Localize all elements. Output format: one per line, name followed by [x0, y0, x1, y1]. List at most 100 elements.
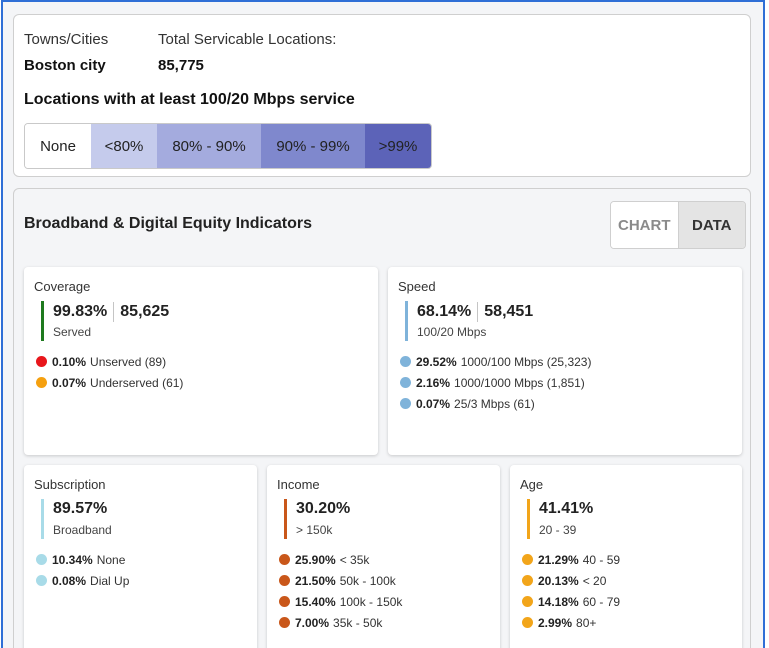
income-panel: Income 30.20% > 150k 25.90% < 35k 21.50% 5…: [267, 465, 500, 648]
row-text: 1000/1000 Mbps (1,851): [454, 375, 585, 390]
coverage-main: 99.83% 85,625: [53, 302, 169, 322]
subscription-panel: Subscription 89.57% Broadband 10.34% None…: [24, 465, 257, 648]
row-pct: 20.13%: [538, 573, 579, 588]
coverage-bar: [41, 301, 44, 341]
subscription-main: 89.57%: [53, 500, 107, 518]
row-pct: 2.16%: [416, 375, 451, 390]
row-pct: 2.99%: [538, 615, 573, 630]
row-text: < 35k: [339, 552, 370, 567]
speed-main: 68.14% 58,451: [417, 302, 533, 322]
speed-panel: Speed 68.14% 58,451 100/20 Mbps 29.52% 10…: [388, 267, 742, 455]
row-pct: 29.52%: [416, 354, 457, 369]
subscription-row: 10.34% None: [36, 549, 129, 570]
row-pct: 0.10%: [52, 354, 87, 369]
chart-view-button[interactable]: CHART: [611, 202, 678, 248]
view-toggle: CHART DATA: [610, 201, 746, 249]
legend-90-99: 90% - 99%: [261, 124, 365, 168]
location-summary-card: Towns/Cities Boston city Total Servicabl…: [13, 14, 751, 177]
income-row: 21.50% 50k - 100k: [279, 570, 402, 591]
subscription-row: 0.08% Dial Up: [36, 570, 129, 591]
income-title: Income: [277, 477, 320, 492]
income-dot-0: [279, 554, 290, 565]
coverage-rows: 0.10% Unserved (89) 0.07% Underserved (61): [36, 351, 183, 393]
income-sub: > 150k: [296, 523, 333, 537]
row-pct: 0.07%: [52, 375, 87, 390]
coverage-sub: Served: [53, 325, 92, 339]
coverage-row: 0.07% Underserved (61): [36, 372, 183, 393]
app-frame: Towns/Cities Boston city Total Servicabl…: [1, 0, 765, 648]
indicators-title: Broadband & Digital Equity Indicators: [24, 215, 313, 232]
coverage-divider: [113, 302, 115, 322]
income-row: 25.90% < 35k: [279, 549, 402, 570]
age-main: 41.41%: [539, 500, 593, 518]
row-text: None: [96, 552, 126, 567]
row-text: 60 - 79: [582, 594, 621, 609]
speed-row: 29.52% 1000/100 Mbps (25,323): [400, 351, 591, 372]
speed-title: Speed: [398, 279, 436, 294]
age-dot-2: [522, 596, 533, 607]
legend-under-80-label: <80%: [104, 137, 144, 155]
age-rows: 21.29% 40 - 59 20.13% < 20 14.18% 60 - 79 2…: [522, 549, 620, 633]
income-rows: 25.90% < 35k 21.50% 50k - 100k 15.40% 100k …: [279, 549, 402, 633]
income-bar: [284, 499, 287, 539]
age-title: Age: [520, 477, 544, 492]
locations-label: Total Servicable Locations:: [158, 31, 337, 48]
row-text: Unserved (89): [90, 354, 167, 369]
subscription-rows: 10.34% None 0.08% Dial Up: [36, 549, 129, 591]
age-sub: 20 - 39: [539, 523, 577, 537]
row-pct: 15.40%: [295, 594, 336, 609]
speed-dot-2: [400, 398, 411, 409]
data-view-button[interactable]: DATA: [677, 202, 745, 248]
coverage-dot-1: [36, 377, 47, 388]
row-text: < 20: [582, 573, 607, 588]
row-text: 1000/100 Mbps (25,323): [460, 354, 592, 369]
coverage-count: 85,625: [120, 303, 170, 320]
row-pct: 0.07%: [416, 396, 451, 411]
locations-value: 85,775: [158, 57, 204, 74]
towns-label: Towns/Cities: [24, 31, 109, 48]
row-pct: 10.34%: [52, 552, 93, 567]
row-pct: 21.29%: [538, 552, 579, 567]
row-text: 50k - 100k: [339, 573, 396, 588]
age-row: 20.13% < 20: [522, 570, 620, 591]
row-text: 40 - 59: [582, 552, 621, 567]
income-main: 30.20%: [296, 500, 350, 518]
row-pct: 25.90%: [295, 552, 336, 567]
coverage-title: Coverage: [34, 279, 91, 294]
subscription-sub: Broadband: [53, 523, 112, 537]
legend-under-80: <80%: [91, 124, 157, 168]
age-row: 21.29% 40 - 59: [522, 549, 620, 570]
subscription-dot-0: [36, 554, 47, 565]
income-dot-2: [279, 596, 290, 607]
speed-rows: 29.52% 1000/100 Mbps (25,323) 2.16% 1000/1…: [400, 351, 591, 414]
income-row: 7.00% 35k - 50k: [279, 612, 402, 633]
age-bar: [527, 499, 530, 539]
row-text: Underserved (61): [90, 375, 184, 390]
age-dot-0: [522, 554, 533, 565]
legend-80-90-label: 80% - 90%: [172, 137, 246, 155]
row-pct: 0.08%: [52, 573, 87, 588]
row-pct: 7.00%: [295, 615, 330, 630]
coverage-dot-0: [36, 356, 47, 367]
legend-over-99-label: >99%: [378, 137, 418, 155]
coverage-row: 0.10% Unserved (89): [36, 351, 183, 372]
income-dot-3: [279, 617, 290, 628]
subscription-title: Subscription: [34, 477, 106, 492]
speed-dot-1: [400, 377, 411, 388]
row-text: 25/3 Mbps (61): [454, 396, 535, 411]
coverage-panel: Coverage 99.83% 85,625 Served 0.10% Unser…: [24, 267, 378, 455]
speed-sub: 100/20 Mbps: [417, 325, 487, 339]
age-row: 14.18% 60 - 79: [522, 591, 620, 612]
age-panel: Age 41.41% 20 - 39 21.29% 40 - 59 20.13% <…: [510, 465, 742, 648]
income-pct: 30.20%: [296, 500, 351, 517]
speed-pct: 68.14%: [417, 303, 472, 320]
row-text: 80+: [576, 615, 597, 630]
speed-count: 58,451: [484, 303, 534, 320]
coverage-pct: 99.83%: [53, 303, 108, 320]
age-pct: 41.41%: [539, 500, 594, 517]
age-row: 2.99% 80+: [522, 612, 620, 633]
row-text: 35k - 50k: [333, 615, 383, 630]
row-pct: 21.50%: [295, 573, 336, 588]
income-row: 15.40% 100k - 150k: [279, 591, 402, 612]
speed-divider: [477, 302, 479, 322]
